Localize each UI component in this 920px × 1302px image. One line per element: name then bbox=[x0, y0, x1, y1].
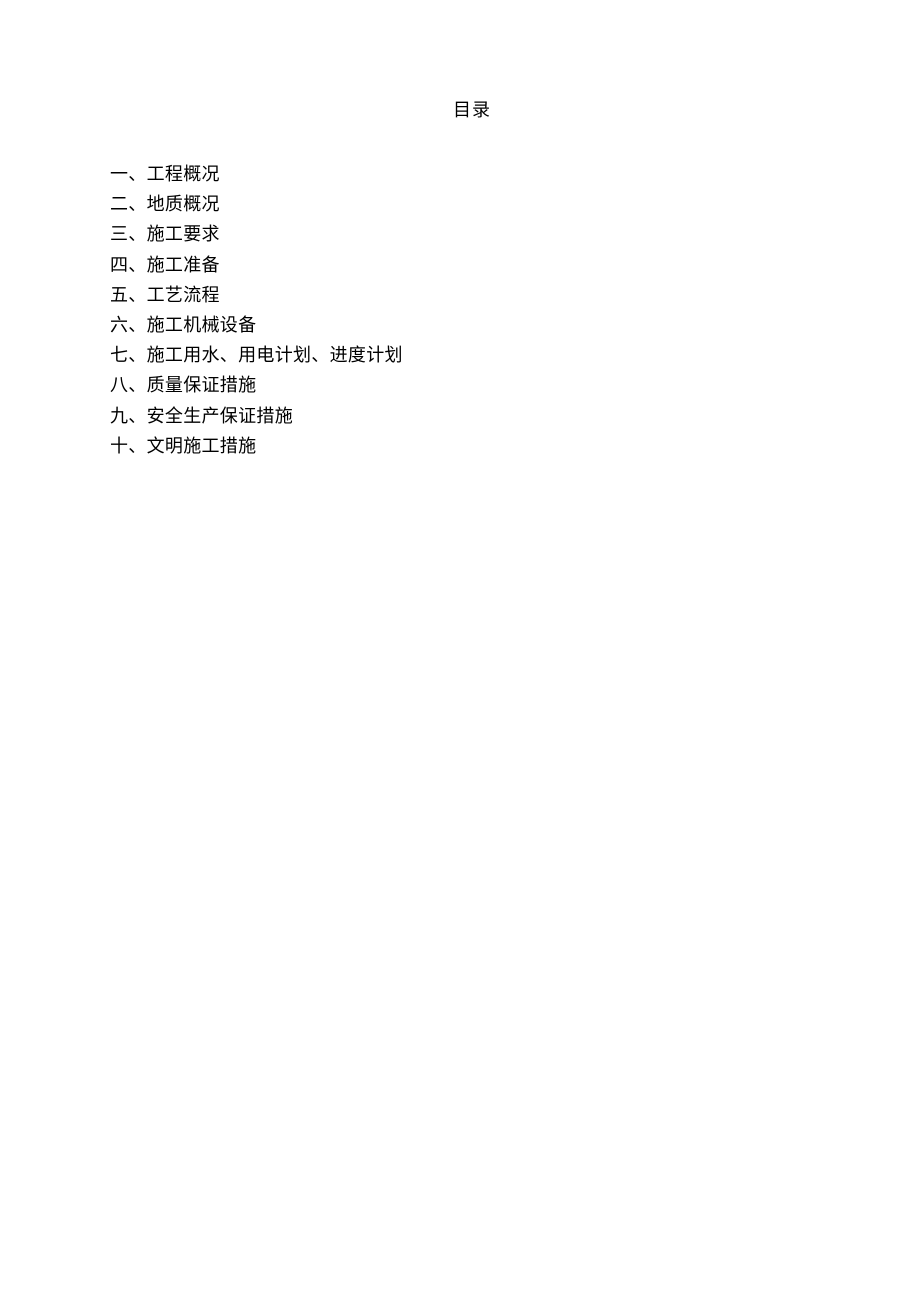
toc-item: 二、地质概况 bbox=[110, 194, 220, 216]
toc-title: 目录 bbox=[453, 100, 491, 121]
toc-item: 八、质量保证措施 bbox=[110, 375, 257, 397]
toc-item: 六、施工机械设备 bbox=[110, 314, 257, 336]
document-page: 目录 一、工程概况 二、地质概况 三、施工要求 四、施工准备 五、工艺流程 六、… bbox=[0, 0, 920, 1302]
toc-item: 一、工程概况 bbox=[110, 164, 220, 185]
toc-item: 九、安全生产保证措施 bbox=[110, 405, 293, 427]
toc-item: 五、工艺流程 bbox=[110, 284, 220, 306]
toc-item: 三、施工要求 bbox=[110, 224, 220, 246]
toc-item: 十、文明施工措施 bbox=[110, 435, 257, 457]
toc-item: 四、施工准备 bbox=[110, 254, 220, 276]
table-of-contents: 一、工程概况 二、地质概况 三、施工要求 四、施工准备 五、工艺流程 六、施工机… bbox=[110, 160, 403, 462]
toc-item: 七、施工用水、用电计划、进度计划 bbox=[110, 345, 403, 367]
